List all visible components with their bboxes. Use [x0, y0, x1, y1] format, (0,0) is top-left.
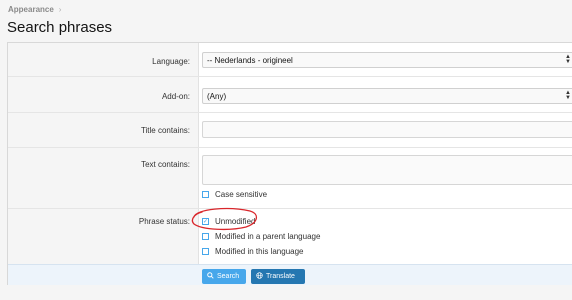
modified-parent-label: Modified in a parent language: [215, 232, 321, 241]
breadcrumb-separator-icon: ›: [58, 5, 62, 14]
addon-value: (Any): [207, 91, 227, 101]
search-button[interactable]: Search: [202, 269, 246, 284]
translate-button[interactable]: Translate: [251, 269, 305, 284]
language-value: -- Nederlands - origineel: [207, 55, 293, 65]
title-contains-input[interactable]: [202, 121, 572, 138]
breadcrumb: Appearance ›: [8, 5, 61, 14]
search-icon: [207, 272, 214, 281]
checkbox-checked-icon: ✓: [202, 218, 209, 225]
translate-button-label: Translate: [266, 273, 295, 280]
search-button-label: Search: [217, 273, 240, 280]
case-sensitive-label: Case sensitive: [215, 190, 268, 199]
addon-select[interactable]: (Any) ▲ ▼: [202, 88, 572, 104]
modified-parent-checkbox[interactable]: Modified in a parent language: [202, 232, 320, 241]
page-title: Search phrases: [7, 19, 113, 36]
row-divider: [8, 112, 572, 113]
case-sensitive-checkbox[interactable]: Case sensitive: [202, 190, 267, 199]
text-contains-textarea[interactable]: [202, 155, 572, 185]
select-arrows-icon: ▲ ▼: [565, 90, 571, 101]
language-label: Language:: [152, 57, 190, 66]
search-phrases-form: Language: -- Nederlands - origineel ▲ ▼ A…: [7, 42, 572, 285]
globe-icon: [256, 272, 263, 281]
addon-label: Add-on:: [161, 92, 190, 101]
select-arrows-icon: ▲ ▼: [565, 54, 571, 65]
form-footer: Search Translate: [8, 264, 572, 285]
phrase-status-label: Phrase status:: [138, 217, 190, 226]
row-divider: [8, 147, 572, 148]
unmodified-checkbox[interactable]: ✓ Unmodified: [202, 217, 255, 226]
language-select[interactable]: -- Nederlands - origineel ▲ ▼: [202, 52, 572, 68]
checkbox-icon: [202, 233, 209, 240]
text-contains-label: Text contains:: [141, 160, 190, 169]
title-contains-label: Title contains:: [140, 126, 190, 135]
unmodified-label: Unmodified: [215, 217, 256, 226]
checkbox-icon: [202, 248, 209, 255]
breadcrumb-appearance[interactable]: Appearance: [8, 5, 54, 14]
modified-this-language-checkbox[interactable]: Modified in this language: [202, 247, 304, 256]
checkbox-icon: [202, 191, 209, 198]
modified-this-language-label: Modified in this language: [215, 247, 304, 256]
row-divider: [8, 76, 572, 77]
row-divider: [8, 208, 572, 209]
